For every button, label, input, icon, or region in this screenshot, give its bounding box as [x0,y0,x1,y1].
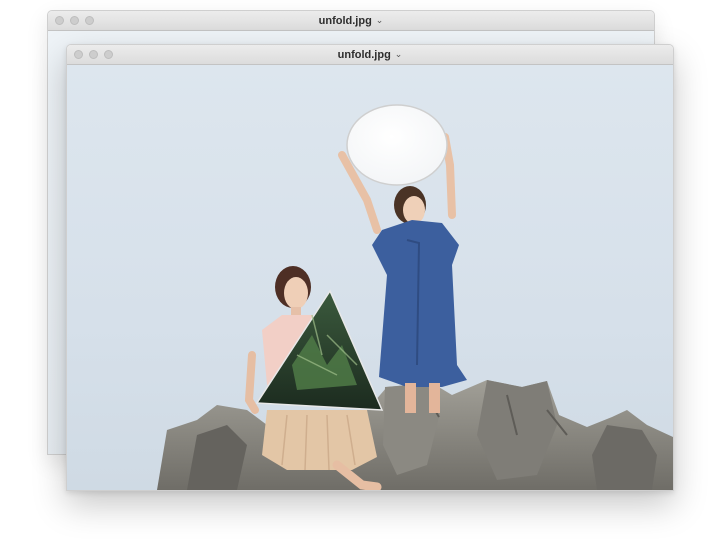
window-title-menu[interactable]: unfold.jpg ⌄ [319,15,384,27]
minimize-button[interactable] [70,16,79,25]
round-mirror [346,104,448,186]
zoom-button[interactable] [104,50,113,59]
close-button[interactable] [55,16,64,25]
chevron-down-icon[interactable]: ⌄ [376,15,384,26]
minimize-button[interactable] [89,50,98,59]
window-titlebar[interactable]: unfold.jpg ⌄ [67,45,673,65]
front-window[interactable]: unfold.jpg ⌄ [66,44,674,491]
window-title: unfold.jpg [337,48,391,61]
window-title-menu[interactable]: unfold.jpg ⌄ [338,49,403,61]
image-canvas [67,65,673,490]
close-button[interactable] [74,50,83,59]
zoom-button[interactable] [85,16,94,25]
photo [67,65,673,490]
chevron-down-icon[interactable]: ⌄ [395,49,403,60]
window-title: unfold.jpg [318,14,372,27]
traffic-lights [55,16,94,25]
window-titlebar[interactable]: unfold.jpg ⌄ [48,11,654,31]
traffic-lights [74,50,113,59]
